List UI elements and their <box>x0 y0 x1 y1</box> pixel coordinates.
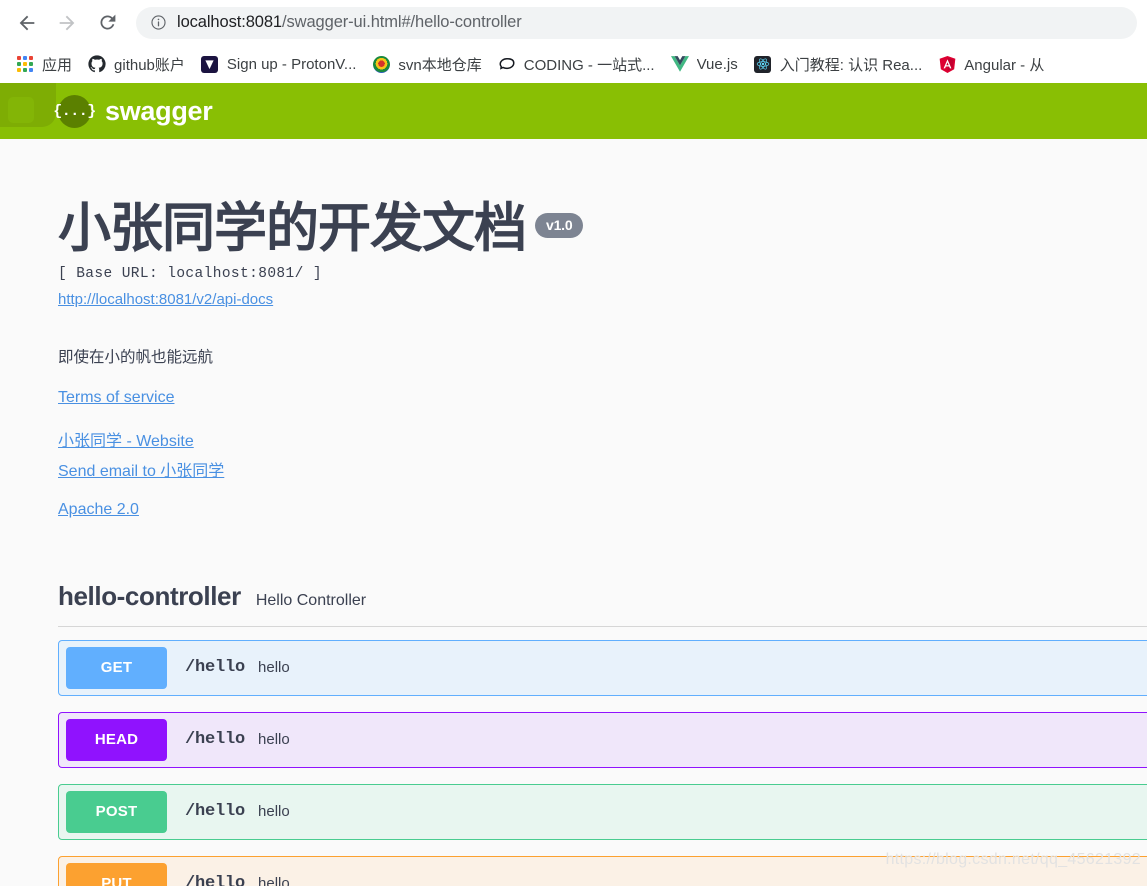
operation-summary: hello <box>258 731 290 749</box>
swagger-logo-glyph: {...} <box>53 102 96 120</box>
page-title: 小张同学的开发文档 <box>58 199 527 258</box>
swagger-brand-text: swagger <box>105 95 213 126</box>
url-path: /swagger-ui.html#/hello-controller <box>282 13 522 31</box>
operation-summary: hello <box>258 803 290 821</box>
opblock-tag-header[interactable]: hello-controller Hello Controller <box>58 581 1147 627</box>
bookmark-label: github账户 <box>114 56 185 74</box>
http-method-badge: POST <box>66 790 167 833</box>
bookmark-label: Vue.js <box>696 55 738 73</box>
bookmark-apps[interactable]: 应用 <box>8 50 80 78</box>
bookmark-vuejs[interactable]: Vue.js <box>663 50 746 78</box>
browser-chrome: localhost:8081/swagger-ui.html#/hello-co… <box>0 0 1147 83</box>
bookmark-coding[interactable]: CODING - 一站式... <box>490 50 663 78</box>
bookmark-label: Sign up - ProtonV... <box>226 55 357 73</box>
swagger-braces-icon: {...} <box>53 94 96 128</box>
tag-name: hello-controller <box>58 580 241 611</box>
coding-icon <box>498 55 516 73</box>
bookmark-label: svn本地仓库 <box>398 56 482 74</box>
back-button[interactable] <box>10 6 44 40</box>
api-info-links: Terms of service 小张同学 - Website Send ema… <box>58 389 1147 519</box>
apps-grid-icon <box>16 55 34 73</box>
bookmark-label: Angular - 从 <box>964 56 1045 74</box>
terms-of-service-link[interactable]: Terms of service <box>58 389 1147 407</box>
bookmark-angular[interactable]: Angular - 从 <box>930 50 1052 78</box>
site-info-icon[interactable] <box>150 14 167 31</box>
bookmark-label: CODING - 一站式... <box>523 56 655 74</box>
back-arrow-icon <box>19 15 35 30</box>
forward-arrow-icon <box>59 15 75 30</box>
browser-toolbar: localhost:8081/swagger-ui.html#/hello-co… <box>0 0 1147 45</box>
info-circle-icon <box>151 15 166 30</box>
bookmark-github[interactable]: github账户 <box>80 50 193 78</box>
address-bar-url: localhost:8081/swagger-ui.html#/hello-co… <box>177 13 522 32</box>
bookmark-label: 入门教程: 认识 Rea... <box>779 56 923 74</box>
operation-summary: hello <box>258 875 290 886</box>
svn-icon <box>372 55 390 73</box>
forward-button[interactable] <box>50 6 84 40</box>
swagger-logo[interactable]: {...} swagger <box>53 94 213 128</box>
bookmark-protonvpn[interactable]: Sign up - ProtonV... <box>193 50 365 78</box>
http-method-badge: GET <box>66 646 167 689</box>
url-host: localhost:8081 <box>177 13 283 31</box>
swagger-content: 小张同学的开发文档 v1.0 [ Base URL: localhost:808… <box>0 139 1147 886</box>
address-bar[interactable]: localhost:8081/swagger-ui.html#/hello-co… <box>136 6 1137 39</box>
operation-summary: hello <box>258 659 290 677</box>
operation-row-post[interactable]: POST /hello hello <box>58 783 1147 840</box>
bookmark-svn[interactable]: svn本地仓库 <box>364 50 489 78</box>
reload-icon <box>99 14 115 30</box>
version-badge: v1.0 <box>535 213 584 238</box>
bookmark-label: 应用 <box>42 56 73 74</box>
operation-path: /hello <box>185 658 246 678</box>
contact-email-link[interactable]: Send email to 小张同学 <box>58 457 1147 481</box>
base-url-text: [ Base URL: localhost:8081/ ] <box>58 265 322 282</box>
operation-path: /hello <box>185 874 246 886</box>
operation-row-get[interactable]: GET /hello hello <box>58 639 1147 696</box>
tag-description: Hello Controller <box>255 591 367 609</box>
page-viewport: {...} swagger 小张同学的开发文档 v1.0 [ Base URL:… <box>0 83 1147 886</box>
opblock-tag-section: hello-controller Hello Controller GET /h… <box>0 581 1147 886</box>
topbar-corner-decoration <box>0 83 56 127</box>
reload-button[interactable] <box>90 6 124 40</box>
contact-website-link[interactable]: 小张同学 - Website <box>58 427 1147 451</box>
react-icon <box>754 55 772 73</box>
bookmarks-bar: 应用 github账户 Sign up - ProtonV... svn本地仓库… <box>0 45 1147 83</box>
github-icon <box>88 55 106 73</box>
operations-list: GET /hello hello HEAD /hello hello POST … <box>58 639 1147 886</box>
swagger-topbar: {...} swagger <box>0 83 1147 139</box>
http-method-badge: HEAD <box>66 718 167 761</box>
vuejs-icon <box>670 55 689 73</box>
operation-path: /hello <box>185 802 246 822</box>
api-title-row: 小张同学的开发文档 v1.0 <box>58 201 1147 257</box>
api-docs-link[interactable]: http://localhost:8081/v2/api-docs <box>58 291 273 308</box>
api-description: 即使在小的帆也能远航 <box>58 348 214 366</box>
operation-path: /hello <box>185 730 246 750</box>
api-info-block: 小张同学的开发文档 v1.0 [ Base URL: localhost:808… <box>0 139 1147 519</box>
license-link[interactable]: Apache 2.0 <box>58 501 1147 519</box>
angular-icon <box>938 55 956 73</box>
bookmark-react[interactable]: 入门教程: 认识 Rea... <box>746 50 931 78</box>
http-method-badge: PUT <box>66 862 167 886</box>
operation-row-head[interactable]: HEAD /hello hello <box>58 711 1147 768</box>
protonvpn-icon <box>201 55 219 73</box>
operation-row-put[interactable]: PUT /hello hello <box>58 855 1147 886</box>
